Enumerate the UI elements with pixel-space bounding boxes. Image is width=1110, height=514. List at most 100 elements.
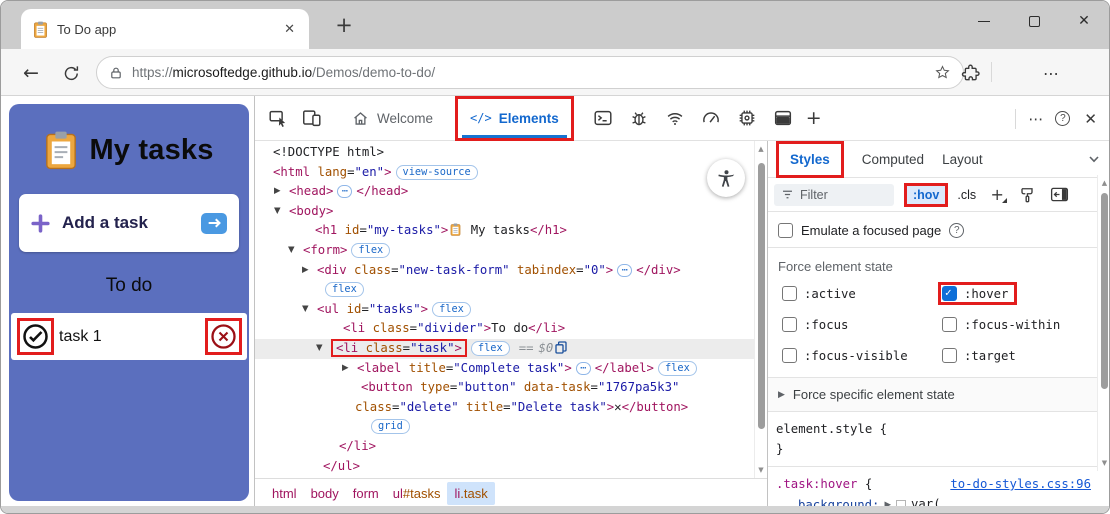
tab-welcome[interactable]: Welcome — [351, 109, 433, 128]
tree-row[interactable]: ▼ <body> — [255, 202, 754, 222]
layout-badge[interactable]: view-source — [395, 164, 478, 180]
minimize-button[interactable] — [959, 1, 1009, 41]
delete-task-icon[interactable] — [210, 323, 237, 350]
breadcrumb-item[interactable]: li.task — [447, 482, 495, 505]
help-icon[interactable]: ? — [949, 223, 965, 238]
stylesheet-link[interactable]: to-do-styles.css:96 — [950, 474, 1091, 494]
device-toolbar-icon[interactable] — [301, 107, 323, 129]
expand-arrow-icon[interactable]: ▶ — [302, 261, 309, 281]
tree-scrollbar[interactable]: ▲ ▼ — [754, 141, 767, 478]
layout-badge[interactable]: flex — [351, 242, 391, 258]
expand-arrow-icon[interactable]: ▼ — [274, 202, 281, 222]
rendering-brush-icon[interactable] — [1017, 185, 1037, 205]
styles-scrollbar[interactable]: ▲ ▼ — [1097, 175, 1109, 471]
checkbox-icon[interactable] — [782, 348, 797, 363]
element-style-block[interactable]: element.style { } — [768, 412, 1097, 467]
emulate-focused-checkbox[interactable] — [778, 223, 793, 238]
tab-elements[interactable]: Elements — [499, 111, 559, 126]
checkbox-icon[interactable] — [942, 348, 957, 363]
state-checkbox-focus-visible[interactable]: :focus-visible — [778, 344, 917, 367]
close-window-button[interactable]: ✕ — [1059, 1, 1109, 41]
new-style-rule-button[interactable]: + — [989, 185, 1008, 204]
scrollbar-thumb[interactable] — [1101, 193, 1108, 389]
tree-row[interactable]: <h1 id="my-tasks"> My tasks</h1> — [255, 221, 754, 241]
tree-row[interactable]: </li> — [255, 437, 754, 457]
address-bar[interactable]: https://microsoftedge.github.io/Demos/de… — [96, 56, 964, 89]
breadcrumb-item[interactable]: ul#tasks — [386, 482, 448, 505]
tree-row[interactable]: <!DOCTYPE html> — [255, 143, 754, 163]
devtools-menu-icon[interactable]: ⋯ — [1028, 110, 1043, 128]
expand-arrow-icon[interactable]: ▶ — [274, 182, 281, 202]
expand-arrow-icon[interactable]: ▶ — [342, 359, 349, 379]
tree-row[interactable]: class="delete" title="Delete task">✕</bu… — [255, 398, 754, 418]
state-checkbox-focus[interactable]: :focus — [778, 313, 857, 336]
refresh-button[interactable] — [57, 59, 85, 87]
layout-badge[interactable]: flex — [470, 340, 510, 356]
favorites-star-icon[interactable] — [934, 64, 951, 81]
console-icon[interactable] — [592, 107, 614, 129]
tree-row[interactable]: <button type="button" data-task="1767pa5… — [255, 378, 754, 398]
scroll-up-icon[interactable]: ▲ — [1098, 179, 1109, 187]
tree-row[interactable]: ▼ <ul id="tasks"> flex — [255, 300, 754, 320]
expand-arrow-icon[interactable]: ▼ — [302, 300, 309, 320]
breadcrumb-item[interactable]: body — [304, 482, 346, 505]
tree-row[interactable]: <html lang="en"> view-source — [255, 163, 754, 183]
scroll-down-icon[interactable]: ▼ — [1098, 459, 1109, 467]
checkbox-icon[interactable] — [782, 317, 797, 332]
close-devtools-icon[interactable]: ✕ — [1084, 110, 1097, 128]
state-checkbox-active[interactable]: :active — [778, 282, 865, 305]
tree-row[interactable]: <li class="divider">To do</li> — [255, 319, 754, 339]
layout-badge[interactable]: grid — [371, 419, 410, 435]
tree-row[interactable]: ▶ <div class="new-task-form" tabindex="0"… — [255, 261, 754, 281]
tab-styles[interactable]: Styles — [790, 152, 830, 167]
drawer-layout-icon[interactable] — [772, 107, 794, 129]
task-row[interactable]: task 1 — [11, 313, 247, 360]
application-icon[interactable] — [736, 107, 758, 129]
network-icon[interactable] — [664, 107, 686, 129]
tree-row[interactable]: ▼ <form> flex — [255, 241, 754, 261]
expand-arrow-icon[interactable]: ▼ — [288, 241, 295, 261]
back-button[interactable]: ← — [17, 59, 45, 87]
styles-filter-input[interactable]: Filter — [774, 183, 894, 206]
breadcrumb-item[interactable]: html — [265, 482, 304, 505]
expand-arrow-icon[interactable]: ▼ — [316, 339, 323, 359]
checkbox-icon[interactable] — [942, 286, 957, 301]
layout-badge[interactable]: flex — [657, 360, 697, 376]
submit-task-button[interactable] — [201, 212, 227, 234]
complete-task-icon[interactable] — [22, 323, 49, 350]
performance-icon[interactable] — [700, 107, 722, 129]
tree-row[interactable]: ▶ <head> ⋯ </head> — [255, 182, 754, 202]
new-tab-button[interactable]: + — [331, 13, 357, 37]
state-checkbox-target[interactable]: :target — [938, 344, 1025, 367]
element-classes-button[interactable]: .cls — [957, 188, 976, 202]
extensions-icon[interactable] — [957, 59, 985, 87]
breadcrumb-item[interactable]: form — [346, 482, 386, 505]
accessibility-person-icon[interactable] — [707, 159, 745, 197]
inline-ellipsis-icon[interactable]: ⋯ — [617, 263, 633, 277]
state-checkbox-hover[interactable]: :hover — [938, 282, 1018, 305]
toggle-element-state-button[interactable]: :hov — [907, 185, 946, 204]
tree-row[interactable]: flex — [255, 280, 754, 300]
checkbox-icon[interactable] — [782, 286, 797, 301]
lock-icon[interactable] — [109, 66, 123, 80]
tree-row[interactable]: </ul> — [255, 457, 754, 477]
layout-badge[interactable]: flex — [325, 282, 364, 298]
tree-row[interactable]: ▶ <label title="Complete task"> ⋯ </label> f… — [255, 359, 754, 379]
tab-close-icon[interactable]: ✕ — [280, 20, 299, 39]
browser-menu-icon[interactable]: ⋯ — [1037, 59, 1065, 87]
inline-ellipsis-icon[interactable]: ⋯ — [575, 361, 591, 375]
help-icon[interactable]: ? — [1055, 111, 1071, 126]
tree-row[interactable]: ▼ <li class="task"> flex == $0 — [255, 338, 754, 359]
inspect-element-icon[interactable] — [267, 107, 289, 129]
scrollbar-thumb[interactable] — [757, 163, 765, 429]
bug-icon[interactable] — [628, 107, 650, 129]
tree-row[interactable]: grid — [255, 417, 754, 437]
maximize-button[interactable] — [1009, 1, 1059, 41]
inline-ellipsis-icon[interactable]: ⋯ — [337, 185, 353, 199]
tab-computed[interactable]: Computed — [862, 152, 924, 167]
state-checkbox-focus-within[interactable]: :focus-within — [938, 313, 1069, 336]
tab-layout[interactable]: Layout — [942, 152, 983, 167]
checkbox-icon[interactable] — [942, 317, 957, 332]
chevron-down-icon[interactable] — [1087, 152, 1101, 169]
layout-badge[interactable]: flex — [432, 301, 471, 317]
